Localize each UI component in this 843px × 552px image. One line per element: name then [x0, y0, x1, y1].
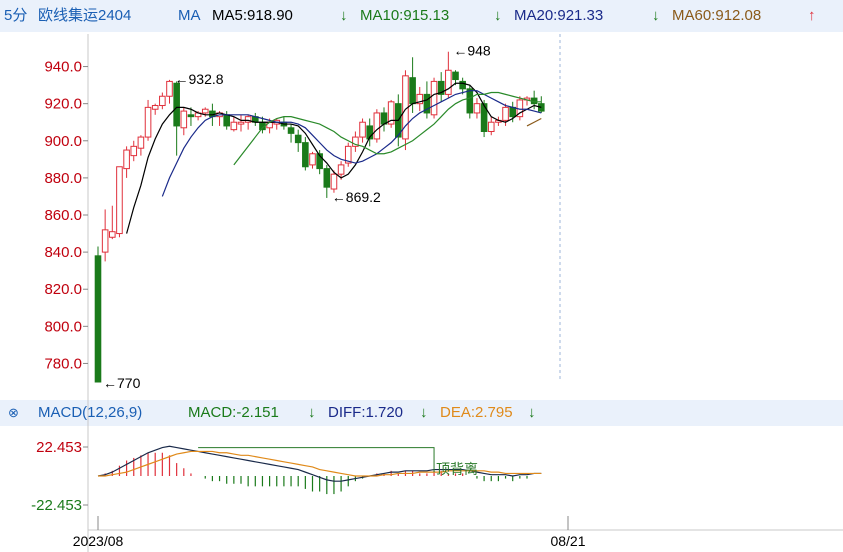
candle-body: [101, 229, 109, 253]
candle-body: [359, 121, 366, 138]
candle-body: [294, 134, 302, 144]
candle-body: [309, 153, 316, 166]
candle-body: [509, 106, 516, 118]
y-tick-label: 800.0: [44, 318, 82, 335]
candle-body: [502, 106, 509, 121]
candle-body: [173, 82, 180, 127]
y-tick-label: 780.0: [44, 355, 82, 372]
candle-body: [466, 88, 474, 114]
y-tick-label: 940.0: [44, 59, 82, 76]
price-annotation: ←869.2: [332, 189, 381, 205]
candle-body: [123, 149, 130, 170]
candle-body: [180, 110, 188, 129]
macd-y-tick-label: -22.453: [31, 497, 82, 514]
candle-body: [159, 95, 166, 107]
candle-body: [151, 105, 159, 110]
price-annotation: ←948: [453, 43, 491, 59]
candle-body: [459, 80, 466, 90]
candle-body: [130, 145, 138, 157]
candle-body: [287, 127, 295, 134]
y-tick-label: 880.0: [44, 170, 82, 187]
candle-body: [302, 142, 309, 168]
y-tick-label: 920.0: [44, 96, 82, 113]
candle-body: [337, 164, 345, 175]
candle-body: [330, 173, 338, 190]
candle-body: [137, 136, 145, 149]
divergence-label: 顶背离: [436, 461, 478, 477]
candle-body: [144, 106, 152, 138]
y-tick-label: 840.0: [44, 244, 82, 261]
y-tick-label: 860.0: [44, 207, 82, 224]
ma60-line: [526, 117, 542, 127]
candle-body: [230, 121, 238, 131]
price-annotation: ←770: [103, 375, 141, 391]
candle-body: [223, 114, 230, 127]
candle-body: [452, 71, 459, 81]
candle-body: [487, 121, 495, 132]
price-annotation: ←932.8: [175, 71, 224, 87]
x-tick-label: 08/21: [550, 533, 585, 549]
candle-body: [373, 112, 381, 140]
y-tick-label: 900.0: [44, 133, 82, 150]
candle-body: [109, 231, 116, 238]
candle-body: [445, 69, 452, 95]
candle-body: [166, 80, 173, 97]
candle-body: [94, 255, 102, 383]
candle-body: [430, 80, 438, 116]
x-tick-label: 2023/08: [73, 533, 124, 549]
ma20-line: [233, 91, 542, 166]
y-tick-label: 820.0: [44, 281, 82, 298]
candle-body: [409, 77, 416, 105]
candle-body: [116, 166, 123, 235]
candle-body: [187, 114, 195, 118]
macd-y-tick-label: 22.453: [36, 439, 82, 456]
candle-body: [237, 121, 245, 125]
kline-chart[interactable]: 940.0 920.0 900.0 880.0 860.0 840.0 820.0 800.0…: [0, 0, 843, 552]
candle-body: [473, 103, 481, 114]
candle-body: [323, 168, 331, 188]
candle-body: [201, 108, 209, 114]
